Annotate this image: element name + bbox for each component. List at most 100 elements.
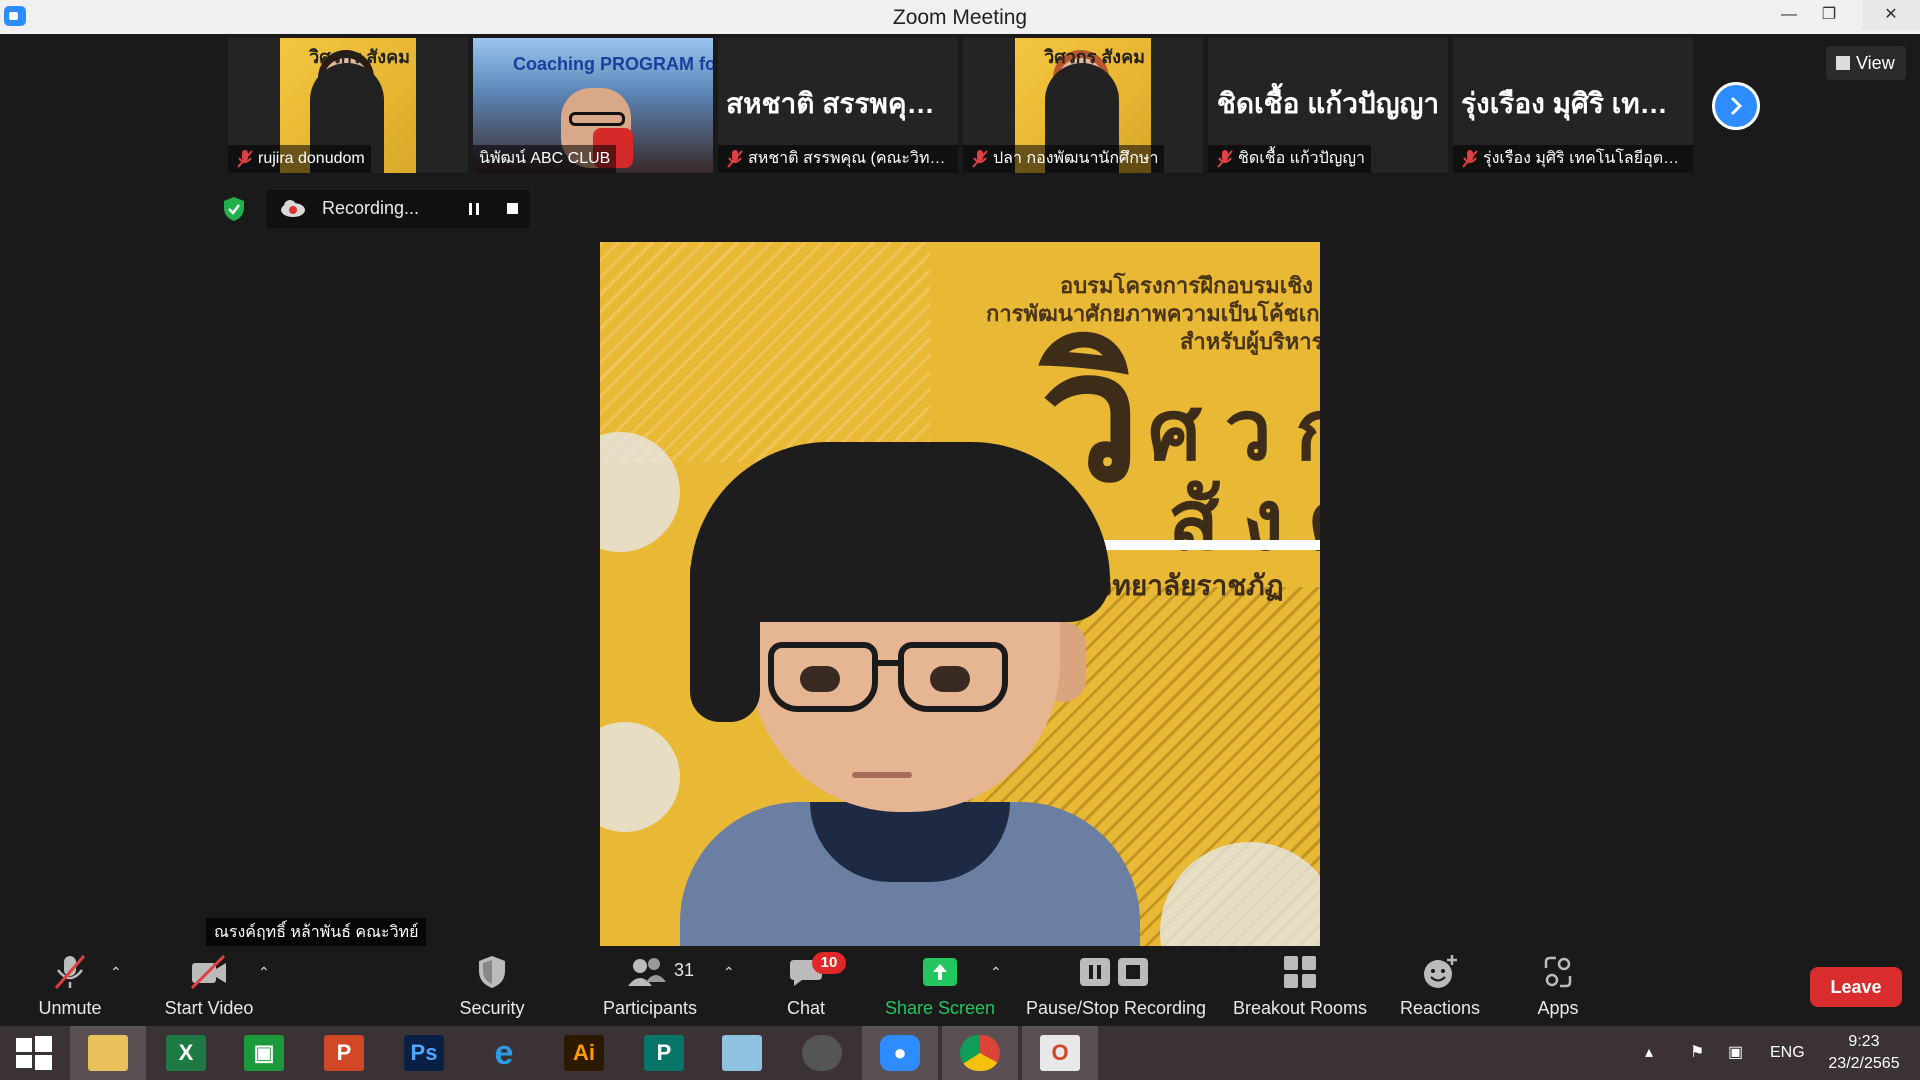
powerpoint-icon: P — [324, 1035, 364, 1071]
pause-recording-icon[interactable] — [462, 198, 486, 220]
banner-text: สำหรับผู้บริหาร อา — [1180, 329, 1320, 354]
security-button[interactable]: Security — [452, 952, 532, 1019]
view-button[interactable]: View — [1826, 46, 1906, 80]
powerpoint-taskbar[interactable]: P — [306, 1026, 382, 1080]
cloud-recording-icon — [281, 200, 305, 217]
share-screen-button[interactable]: Share Screen — [880, 952, 1000, 1019]
apps-button[interactable]: Apps — [1530, 952, 1586, 1019]
clock-date: 23/2/2565 — [1828, 1055, 1900, 1072]
participant-tile[interactable]: ชิดเชื้อ แก้วปัญญา ชิดเชื้อ แก้วปัญญา — [1208, 38, 1448, 173]
video-options-caret[interactable]: ⌃ — [258, 964, 270, 981]
store-icon: ▣ — [244, 1035, 284, 1071]
window-title: Zoom Meeting — [892, 6, 1028, 29]
excel-icon: X — [166, 1035, 206, 1071]
participants-options-caret[interactable]: ⌃ — [723, 964, 735, 981]
breakout-label: Breakout Rooms — [1232, 998, 1368, 1018]
zoom-icon: ● — [880, 1035, 920, 1071]
windows-taskbar: X ▣ P Ps e Ai P ● O ▴ ⚑ ▣ ENG 9:23 23/2/… — [0, 1026, 1920, 1080]
windows-logo-icon — [16, 1036, 52, 1070]
system-clock[interactable]: 9:23 23/2/2565 — [1816, 1031, 1912, 1075]
unmute-button[interactable]: Unmute — [28, 952, 112, 1019]
reactions-button[interactable]: Reactions — [1392, 952, 1488, 1019]
active-speaker-video: อบรมโครงการฝึกอบรมเชิง การพัฒนาศักยภาพคว… — [600, 242, 1320, 947]
pause-stop-recording-icon — [1080, 958, 1148, 986]
muted-mic-icon — [727, 150, 743, 168]
chat-label: Chat — [786, 998, 826, 1018]
reactions-label: Reactions — [1399, 998, 1481, 1018]
stop-recording-icon[interactable] — [500, 198, 524, 220]
participant-tile[interactable]: สหชาติ สรรพคุณ... สหชาติ สรรพคุณ (คณะวิท… — [718, 38, 958, 173]
meeting-area: วิศวกร สังคม rujira donudom Coaching PRO… — [0, 34, 1920, 948]
participant-tile[interactable]: Coaching PROGRAM for นิพัฒน์ ABC CLUB — [473, 38, 713, 173]
notepad-taskbar[interactable] — [704, 1026, 780, 1080]
muted-mic-icon — [972, 150, 988, 168]
office-icon: O — [1040, 1035, 1080, 1071]
apps-label: Apps — [1537, 998, 1579, 1018]
participant-tile[interactable]: รุ่งเรือง มุศิริ เทคโ... รุ่งเรือง มุศิร… — [1453, 38, 1693, 173]
muted-mic-icon — [1217, 150, 1233, 168]
notepad-icon — [722, 1035, 762, 1071]
participant-display-name: ชิดเชื้อ แก้วปัญญา — [1216, 88, 1440, 119]
pause-stop-recording-button[interactable]: Pause/Stop Recording — [1024, 952, 1208, 1019]
maximize-button[interactable]: ❐ — [1806, 0, 1852, 30]
breakout-rooms-button[interactable]: Breakout Rooms — [1228, 952, 1372, 1019]
participants-icon — [628, 958, 666, 986]
language-indicator[interactable]: ENG — [1770, 1026, 1805, 1080]
photoshop-taskbar[interactable]: Ps — [386, 1026, 462, 1080]
show-hidden-icons-button[interactable]: ▴ — [1645, 1026, 1653, 1080]
share-options-caret[interactable]: ⌃ — [990, 964, 1002, 981]
publisher-icon: P — [644, 1035, 684, 1071]
start-video-label: Start Video — [164, 998, 254, 1018]
office-taskbar[interactable]: O — [1022, 1026, 1098, 1080]
video-off-icon — [190, 954, 226, 990]
title-bar: Zoom Meeting — ❐ ✕ — [0, 0, 1920, 34]
clock-time: 9:23 — [1848, 1033, 1880, 1050]
participant-tile[interactable]: วิศวกร สังคม ปลา กองพัฒนานักศึกษา — [963, 38, 1203, 173]
muted-mic-icon — [237, 150, 253, 168]
chat-unread-badge: 10 — [812, 952, 846, 974]
photoshop-icon: Ps — [404, 1035, 444, 1071]
action-center-flag-icon[interactable]: ⚑ — [1690, 1026, 1704, 1080]
participant-name: รุ่งเรือง มุศิริ เทคโนโลยีอุตสา... — [1453, 145, 1693, 173]
security-shield-icon — [479, 956, 505, 988]
participant-name: สหชาติ สรรพคุณ (คณะวิทย์... — [718, 145, 958, 173]
internet-explorer-taskbar[interactable]: e — [466, 1026, 542, 1080]
participant-display-name: รุ่งเรือง มุศิริ เทคโ... — [1461, 88, 1685, 119]
network-icon[interactable]: ▣ — [1728, 1026, 1743, 1080]
zoom-taskbar[interactable]: ● — [862, 1026, 938, 1080]
store-taskbar[interactable]: ▣ — [226, 1026, 302, 1080]
publisher-taskbar[interactable]: P — [626, 1026, 702, 1080]
file-explorer-taskbar[interactable] — [70, 1026, 146, 1080]
photo-caption: วิศวกร สังคม — [1044, 47, 1145, 67]
participants-label: Participants — [602, 998, 698, 1018]
start-button[interactable] — [0, 1026, 68, 1080]
next-page-button[interactable] — [1712, 82, 1760, 130]
view-label: View — [1856, 53, 1895, 73]
reactions-smiley-icon — [1424, 955, 1457, 988]
photoscape-taskbar[interactable] — [784, 1026, 860, 1080]
close-button[interactable]: ✕ — [1862, 0, 1920, 30]
participant-tile[interactable]: วิศวกร สังคม rujira donudom — [228, 38, 468, 173]
unmute-label: Unmute — [38, 998, 102, 1018]
chrome-taskbar[interactable] — [942, 1026, 1018, 1080]
breakout-rooms-icon — [1284, 956, 1316, 988]
encryption-shield-icon[interactable] — [222, 196, 246, 222]
illustrator-icon: Ai — [564, 1035, 604, 1071]
start-video-button[interactable]: Start Video — [156, 952, 262, 1019]
muted-mic-icon — [54, 955, 86, 989]
folder-icon — [88, 1035, 128, 1071]
gear-decoration — [600, 722, 680, 832]
share-screen-icon — [923, 958, 957, 986]
muted-mic-icon — [1462, 150, 1478, 168]
chevron-right-icon — [1730, 96, 1743, 116]
recording-status: Recording... — [322, 198, 420, 218]
audio-options-caret[interactable]: ⌃ — [110, 964, 122, 981]
excel-taskbar[interactable]: X — [148, 1026, 224, 1080]
illustrator-taskbar[interactable]: Ai — [546, 1026, 622, 1080]
photo-caption: วิศวกร สังคม — [309, 47, 410, 67]
security-label: Security — [459, 998, 525, 1018]
apps-icon — [1544, 956, 1572, 988]
leave-button[interactable]: Leave — [1810, 967, 1902, 1007]
grid-icon — [1836, 56, 1850, 70]
share-screen-label: Share Screen — [884, 998, 996, 1018]
